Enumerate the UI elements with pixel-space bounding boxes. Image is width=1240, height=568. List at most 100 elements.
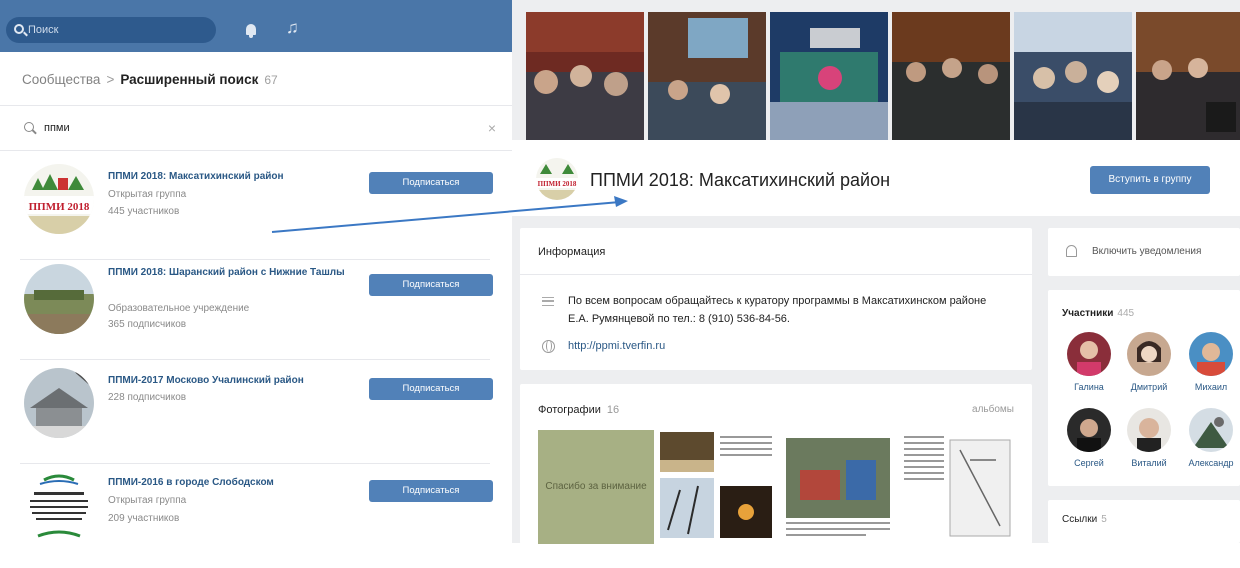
subscribe-button[interactable]: Подписаться bbox=[369, 378, 493, 400]
member[interactable]: Сергей bbox=[1062, 408, 1116, 468]
photo-thumbnail[interactable] bbox=[780, 430, 896, 544]
svg-text:ППМИ 2018: ППМИ 2018 bbox=[29, 201, 90, 213]
photo-thumbnail[interactable] bbox=[900, 430, 1016, 544]
info-header: Информация bbox=[538, 246, 606, 258]
member[interactable]: Галина bbox=[1062, 332, 1116, 392]
photos-count: 16 bbox=[606, 404, 620, 416]
community-type: Образовательное учреждение bbox=[108, 303, 250, 314]
search-query-input[interactable]: ппми × bbox=[20, 116, 500, 140]
member[interactable]: Виталий bbox=[1122, 408, 1176, 468]
cover-photo[interactable] bbox=[526, 12, 644, 140]
search-query: ппми bbox=[44, 122, 70, 134]
music-note-icon[interactable]: ♫ bbox=[286, 18, 299, 38]
member-name[interactable]: Виталий bbox=[1122, 458, 1176, 468]
results-count: 67 bbox=[264, 73, 278, 87]
links-header[interactable]: Ссылки 5 bbox=[1062, 514, 1107, 525]
community-avatar[interactable] bbox=[24, 470, 94, 544]
bell-icon bbox=[1066, 245, 1077, 257]
breadcrumb-current: Расширенный поиск bbox=[120, 72, 259, 87]
member-name[interactable]: Галина bbox=[1062, 382, 1116, 392]
community-avatar[interactable] bbox=[24, 264, 94, 334]
links-card: Ссылки 5 bbox=[1048, 500, 1240, 543]
divider bbox=[0, 105, 512, 106]
avatar[interactable] bbox=[1127, 408, 1171, 452]
breadcrumb: Сообщества > Расширенный поиск 67 bbox=[22, 72, 278, 87]
notifications-label: Включить уведомления bbox=[1092, 246, 1202, 257]
community-members: 228 подписчиков bbox=[108, 392, 187, 403]
community-type: Открытая группа bbox=[108, 495, 187, 506]
search-placeholder: Поиск bbox=[28, 24, 59, 36]
divider bbox=[520, 274, 1032, 275]
member-name[interactable]: Михаил bbox=[1182, 382, 1240, 392]
cover-photo[interactable] bbox=[648, 12, 766, 140]
group-header: ППМИ 2018 ППМИ 2018: Максатихинский райо… bbox=[512, 140, 1240, 216]
notifications-toggle[interactable]: Включить уведомления bbox=[1048, 228, 1240, 276]
albums-link[interactable]: альбомы bbox=[972, 404, 1014, 415]
search-icon bbox=[14, 24, 24, 34]
page-title: ППМИ 2018: Максатихинский район bbox=[590, 170, 891, 190]
subscribe-button[interactable]: Подписаться bbox=[369, 274, 493, 296]
community-members: 365 подписчиков bbox=[108, 319, 187, 330]
community-name[interactable]: ППМИ-2016 в городе Слободском bbox=[108, 476, 348, 489]
community-avatar[interactable]: ППМИ 2018 bbox=[24, 164, 94, 234]
info-card: Информация По всем вопросам обращайтесь … bbox=[520, 228, 1032, 370]
cover-photo-strip bbox=[526, 12, 1240, 140]
subscribe-button[interactable]: Подписаться bbox=[369, 172, 493, 194]
search-result[interactable]: ППМИ-2017 Москово Учалинский район 228 п… bbox=[0, 360, 512, 464]
join-group-button[interactable]: Вступить в группу bbox=[1090, 166, 1210, 194]
member-name[interactable]: Дмитрий bbox=[1122, 382, 1176, 392]
community-name[interactable]: ППМИ 2018: Максатихинский район bbox=[108, 170, 348, 183]
member-name[interactable]: Александр bbox=[1182, 458, 1240, 468]
website-link[interactable]: http://ppmi.tverfin.ru bbox=[568, 340, 665, 352]
cover-photo[interactable] bbox=[1014, 12, 1132, 140]
subscribe-button[interactable]: Подписаться bbox=[369, 480, 493, 502]
search-icon bbox=[24, 122, 34, 132]
svg-text:ППМИ 2018: ППМИ 2018 bbox=[538, 180, 577, 188]
photos-header[interactable]: Фотографии 16 bbox=[538, 404, 619, 416]
photo-thumbnail[interactable] bbox=[658, 430, 776, 544]
cover-photo[interactable] bbox=[770, 12, 888, 140]
breadcrumb-communities[interactable]: Сообщества bbox=[22, 72, 100, 87]
avatar[interactable] bbox=[1189, 408, 1233, 452]
photo-thumbnail[interactable]: Спасибо за внимание bbox=[538, 430, 654, 544]
community-name[interactable]: ППМИ 2018: Шаранский район с Нижние Ташл… bbox=[108, 266, 348, 279]
community-type: Открытая группа bbox=[108, 189, 187, 200]
community-members: 445 участников bbox=[108, 206, 180, 217]
members-count: 445 bbox=[1117, 308, 1135, 319]
search-panel: Поиск ♫ Сообщества > Расширенный поиск 67 п… bbox=[0, 0, 512, 544]
avatar[interactable] bbox=[1127, 332, 1171, 376]
description-icon bbox=[542, 297, 554, 306]
avatar[interactable] bbox=[1067, 332, 1111, 376]
clear-search-icon[interactable]: × bbox=[488, 116, 496, 140]
photos-title: Фотографии bbox=[538, 404, 601, 416]
globe-icon bbox=[542, 340, 555, 353]
member[interactable]: Александр bbox=[1182, 408, 1240, 468]
breadcrumb-separator: > bbox=[106, 72, 115, 87]
avatar[interactable] bbox=[1189, 332, 1233, 376]
cover-photo[interactable] bbox=[892, 12, 1010, 140]
member[interactable]: Михаил bbox=[1182, 332, 1240, 392]
search-result[interactable]: ППМИ-2016 в городе Слободском Открытая г… bbox=[0, 464, 512, 568]
cover-photo[interactable] bbox=[1136, 12, 1240, 140]
member[interactable]: Дмитрий bbox=[1122, 332, 1176, 392]
search-result[interactable]: ППМИ 2018 ППМИ 2018: Максатихинский райо… bbox=[0, 156, 512, 260]
divider bbox=[0, 150, 512, 151]
community-members: 209 участников bbox=[108, 513, 180, 524]
member-name[interactable]: Сергей bbox=[1062, 458, 1116, 468]
group-avatar[interactable]: ППМИ 2018 bbox=[536, 158, 578, 200]
links-title: Ссылки bbox=[1062, 514, 1098, 525]
links-count: 5 bbox=[1101, 514, 1107, 525]
community-avatar[interactable] bbox=[24, 368, 94, 438]
members-title: Участники bbox=[1062, 308, 1114, 319]
community-name[interactable]: ППМИ-2017 Москово Учалинский район bbox=[108, 374, 348, 387]
group-description: По всем вопросам обращайтесь к куратору … bbox=[568, 295, 987, 325]
members-header[interactable]: Участники 445 bbox=[1062, 308, 1134, 319]
members-card: Участники 445 Галина Дмитрий Михаил Серге… bbox=[1048, 290, 1240, 486]
photos-card: Фотографии 16 альбомы Спасибо за внимание bbox=[520, 384, 1032, 544]
bell-icon[interactable] bbox=[246, 24, 256, 38]
global-search-input[interactable]: Поиск bbox=[6, 17, 216, 43]
group-page: ППМИ 2018 ППМИ 2018: Максатихинский райо… bbox=[512, 0, 1240, 544]
top-bar: Поиск ♫ bbox=[0, 0, 512, 52]
search-result[interactable]: ППМИ 2018: Шаранский район с Нижние Ташл… bbox=[0, 256, 512, 360]
avatar[interactable] bbox=[1067, 408, 1111, 452]
